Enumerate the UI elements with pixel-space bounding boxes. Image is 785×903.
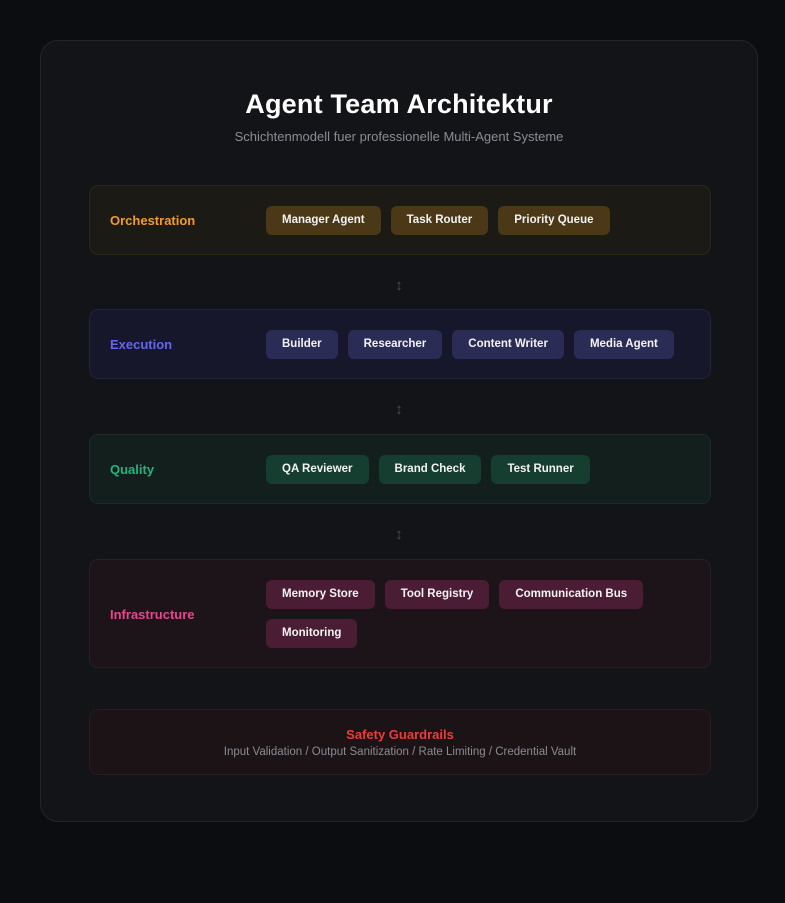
chip-memory-store[interactable]: Memory Store [266, 580, 375, 609]
chip-builder[interactable]: Builder [266, 330, 338, 359]
layer-label-quality: Quality [110, 462, 155, 477]
chip-brand-check[interactable]: Brand Check [378, 455, 482, 484]
chip-priority-queue[interactable]: Priority Queue [498, 206, 610, 235]
layer-label-execution: Execution [110, 337, 173, 352]
page-subtitle: Schichtenmodell fuer professionelle Mult… [234, 129, 564, 144]
chip-media-agent[interactable]: Media Agent [573, 330, 674, 359]
architecture-card: Agent Team Architektur Schichtenmodell f… [40, 40, 758, 822]
chip-qa-reviewer[interactable]: QA Reviewer [266, 455, 369, 484]
layer-chips-execution: Builder Researcher Content Writer Media … [266, 330, 686, 359]
chip-tool-registry[interactable]: Tool Registry [384, 580, 490, 609]
layer-label-orchestration: Orchestration [110, 213, 196, 228]
safety-guardrails-panel: Safety Guardrails Input Validation / Out… [89, 709, 711, 775]
connector-arrow-icon: ↕ [395, 401, 403, 418]
chip-manager-agent[interactable]: Manager Agent [266, 206, 381, 235]
chip-communication-bus[interactable]: Communication Bus [499, 580, 644, 609]
layer-infrastructure: Infrastructure Memory Store Tool Registr… [89, 559, 711, 668]
chip-researcher[interactable]: Researcher [347, 330, 443, 359]
chip-monitoring[interactable]: Monitoring [266, 619, 358, 648]
layer-label-infrastructure: Infrastructure [110, 607, 195, 622]
layer-orchestration: Orchestration Manager Agent Task Router … [89, 185, 711, 255]
layer-chips-infrastructure: Memory Store Tool Registry Communication… [266, 580, 686, 648]
layer-chips-orchestration: Manager Agent Task Router Priority Queue [266, 206, 686, 235]
layer-quality: Quality QA Reviewer Brand Check Test Run… [89, 434, 711, 504]
connector-arrow-icon: ↕ [395, 277, 403, 294]
chip-test-runner[interactable]: Test Runner [491, 455, 590, 484]
chip-content-writer[interactable]: Content Writer [452, 330, 564, 359]
connector-arrow-icon: ↕ [395, 526, 403, 543]
layer-chips-quality: QA Reviewer Brand Check Test Runner [266, 455, 686, 484]
layer-execution: Execution Builder Researcher Content Wri… [89, 309, 711, 379]
safety-title: Safety Guardrails [346, 727, 454, 742]
page-title: Agent Team Architektur [245, 89, 553, 119]
safety-description: Input Validation / Output Sanitization /… [223, 746, 577, 758]
chip-task-router[interactable]: Task Router [390, 206, 489, 235]
